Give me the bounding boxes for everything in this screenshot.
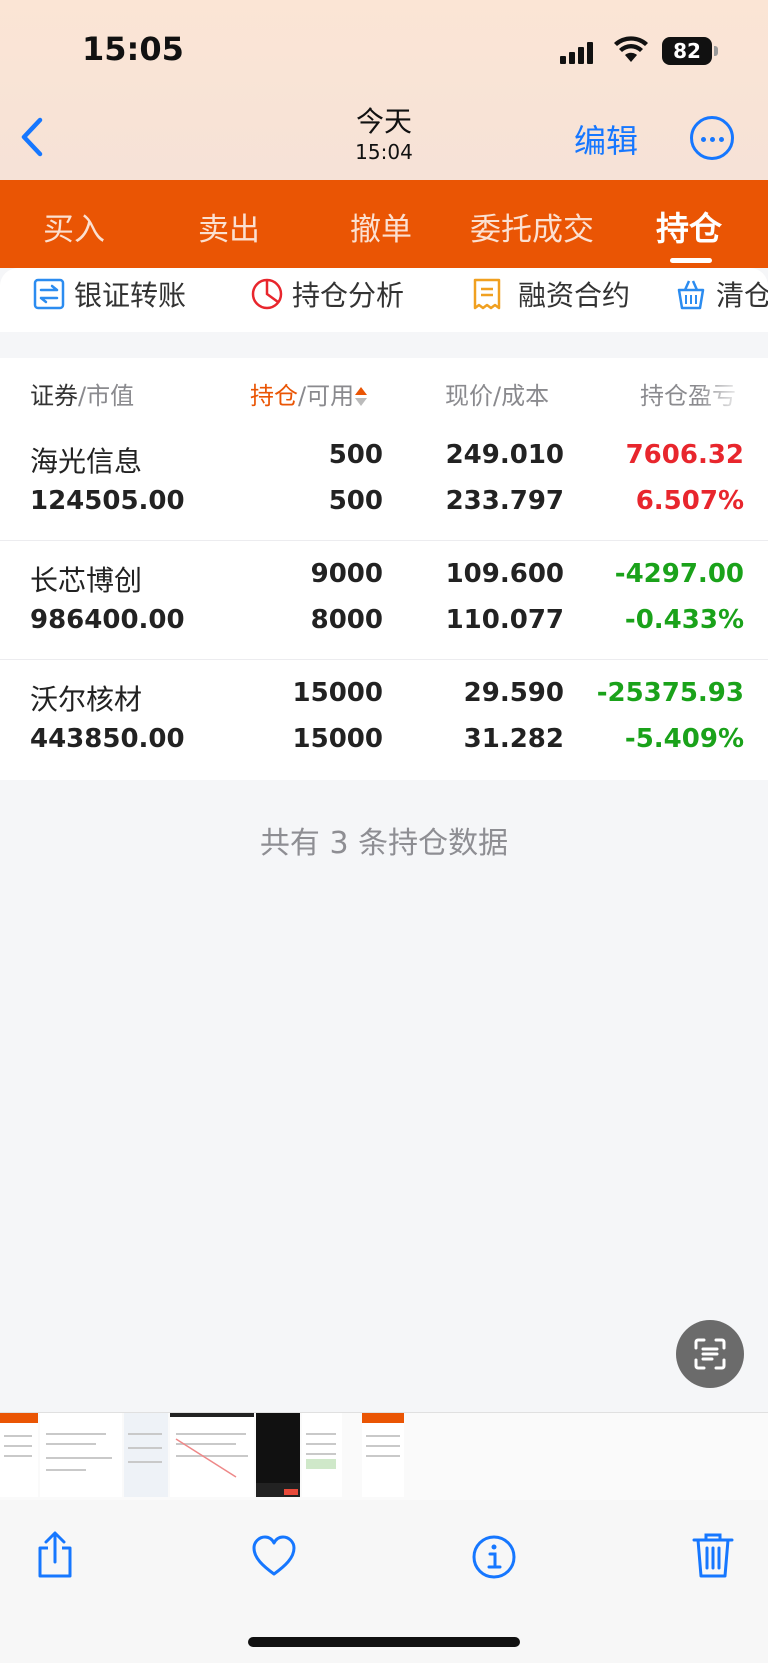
cost-price: 110.077 (445, 605, 564, 635)
header-pl: 持仓盈亏 (640, 376, 736, 411)
cost-price: 31.282 (463, 724, 564, 754)
quick-transfer[interactable]: 银证转账 (32, 274, 186, 314)
quick-margin-label: 融资合约 (518, 279, 631, 312)
header-price: 现价/成本 (445, 382, 550, 410)
active-tab-indicator (670, 258, 712, 263)
trash-icon[interactable] (690, 1530, 736, 1580)
available-qty: 15000 (292, 724, 383, 754)
stock-name: 海光信息 (30, 445, 143, 478)
trade-tabs: 买入 卖出 撤单 委托成交 持仓 (0, 180, 768, 268)
more-options-icon[interactable] (690, 116, 734, 160)
pie-chart-icon (251, 278, 283, 310)
positions-count-summary: 共有 3 条持仓数据 (259, 826, 509, 861)
market-value: 986400.00 (30, 605, 185, 635)
position-qty: 9000 (310, 559, 383, 589)
quick-margin-contract[interactable]: 融资合约 (470, 274, 630, 314)
cost-price: 233.797 (445, 486, 564, 516)
table-row[interactable]: 海光信息 124505.00 500 500 249.010 233.797 7… (0, 422, 768, 541)
top-bar: 15:05 82 今天 15:04 编辑 (0, 0, 768, 180)
header-position-sort[interactable]: 持仓/可用 (250, 376, 368, 411)
position-qty: 500 (328, 440, 383, 470)
market-value: 124505.00 (30, 486, 185, 516)
basket-icon (677, 280, 705, 310)
stock-name: 长芯博创 (30, 564, 143, 597)
available-qty: 500 (328, 486, 383, 516)
quick-actions-bar: 银证转账 持仓分析 融资合约 清仓 (0, 268, 768, 332)
page-title: 今天 (355, 105, 412, 138)
photo-thumbnail-strip[interactable] (0, 1412, 768, 1501)
profit-loss-pct: -0.433% (624, 605, 744, 635)
current-price: 29.590 (463, 678, 564, 708)
profit-loss: -25375.93 (596, 678, 744, 708)
wifi-icon (614, 36, 648, 62)
current-price: 249.010 (445, 440, 564, 470)
info-icon[interactable] (471, 1532, 517, 1582)
quick-clear[interactable]: 清仓 (674, 274, 768, 314)
sort-icon (354, 386, 368, 408)
profit-loss-pct: 6.507% (635, 486, 744, 516)
quick-clear-label: 清仓 (716, 279, 768, 312)
quick-transfer-label: 银证转账 (74, 279, 187, 312)
tab-cancel[interactable]: 撤单 (350, 204, 412, 249)
profit-loss: 7606.32 (625, 440, 744, 470)
profit-loss: -4297.00 (614, 559, 744, 589)
share-icon[interactable] (32, 1530, 78, 1580)
position-qty: 15000 (292, 678, 383, 708)
tab-sell[interactable]: 卖出 (198, 204, 260, 249)
status-time: 15:05 (82, 30, 184, 68)
profit-loss-pct: -5.409% (624, 724, 744, 754)
heart-icon[interactable] (251, 1532, 297, 1582)
scan-text-button[interactable] (676, 1320, 744, 1388)
quick-analysis[interactable]: 持仓分析 (250, 274, 404, 314)
edit-button[interactable]: 编辑 (574, 116, 638, 162)
positions-table: 证券/市值 持仓/可用 现价/成本 持仓盈亏 海光信息 124505.00 50… (0, 358, 768, 780)
tab-positions[interactable]: 持仓 (656, 202, 722, 250)
scan-text-icon (694, 1338, 726, 1370)
thumbnail-images (0, 1413, 404, 1497)
stock-name: 沃尔核材 (30, 683, 143, 716)
transfer-icon (33, 278, 65, 310)
quick-analysis-label: 持仓分析 (292, 279, 405, 312)
tab-buy[interactable]: 买入 (43, 204, 105, 249)
market-value: 443850.00 (30, 724, 185, 754)
battery-icon: 82 (662, 37, 718, 65)
table-row[interactable]: 长芯博创 986400.00 9000 8000 109.600 110.077… (0, 541, 768, 660)
home-indicator (248, 1637, 520, 1647)
header-security: 证券/市值 (30, 382, 135, 410)
table-row[interactable]: 沃尔核材 443850.00 15000 15000 29.590 31.282… (0, 660, 768, 780)
available-qty: 8000 (310, 605, 383, 635)
table-header: 证券/市值 持仓/可用 现价/成本 持仓盈亏 (0, 358, 768, 422)
page-subtitle: 15:04 (355, 140, 413, 164)
cellular-signal-icon (560, 42, 598, 64)
tab-orders[interactable]: 委托成交 (470, 204, 594, 249)
back-chevron-icon[interactable] (14, 112, 50, 162)
current-price: 109.600 (445, 559, 564, 589)
contract-icon (473, 278, 501, 310)
